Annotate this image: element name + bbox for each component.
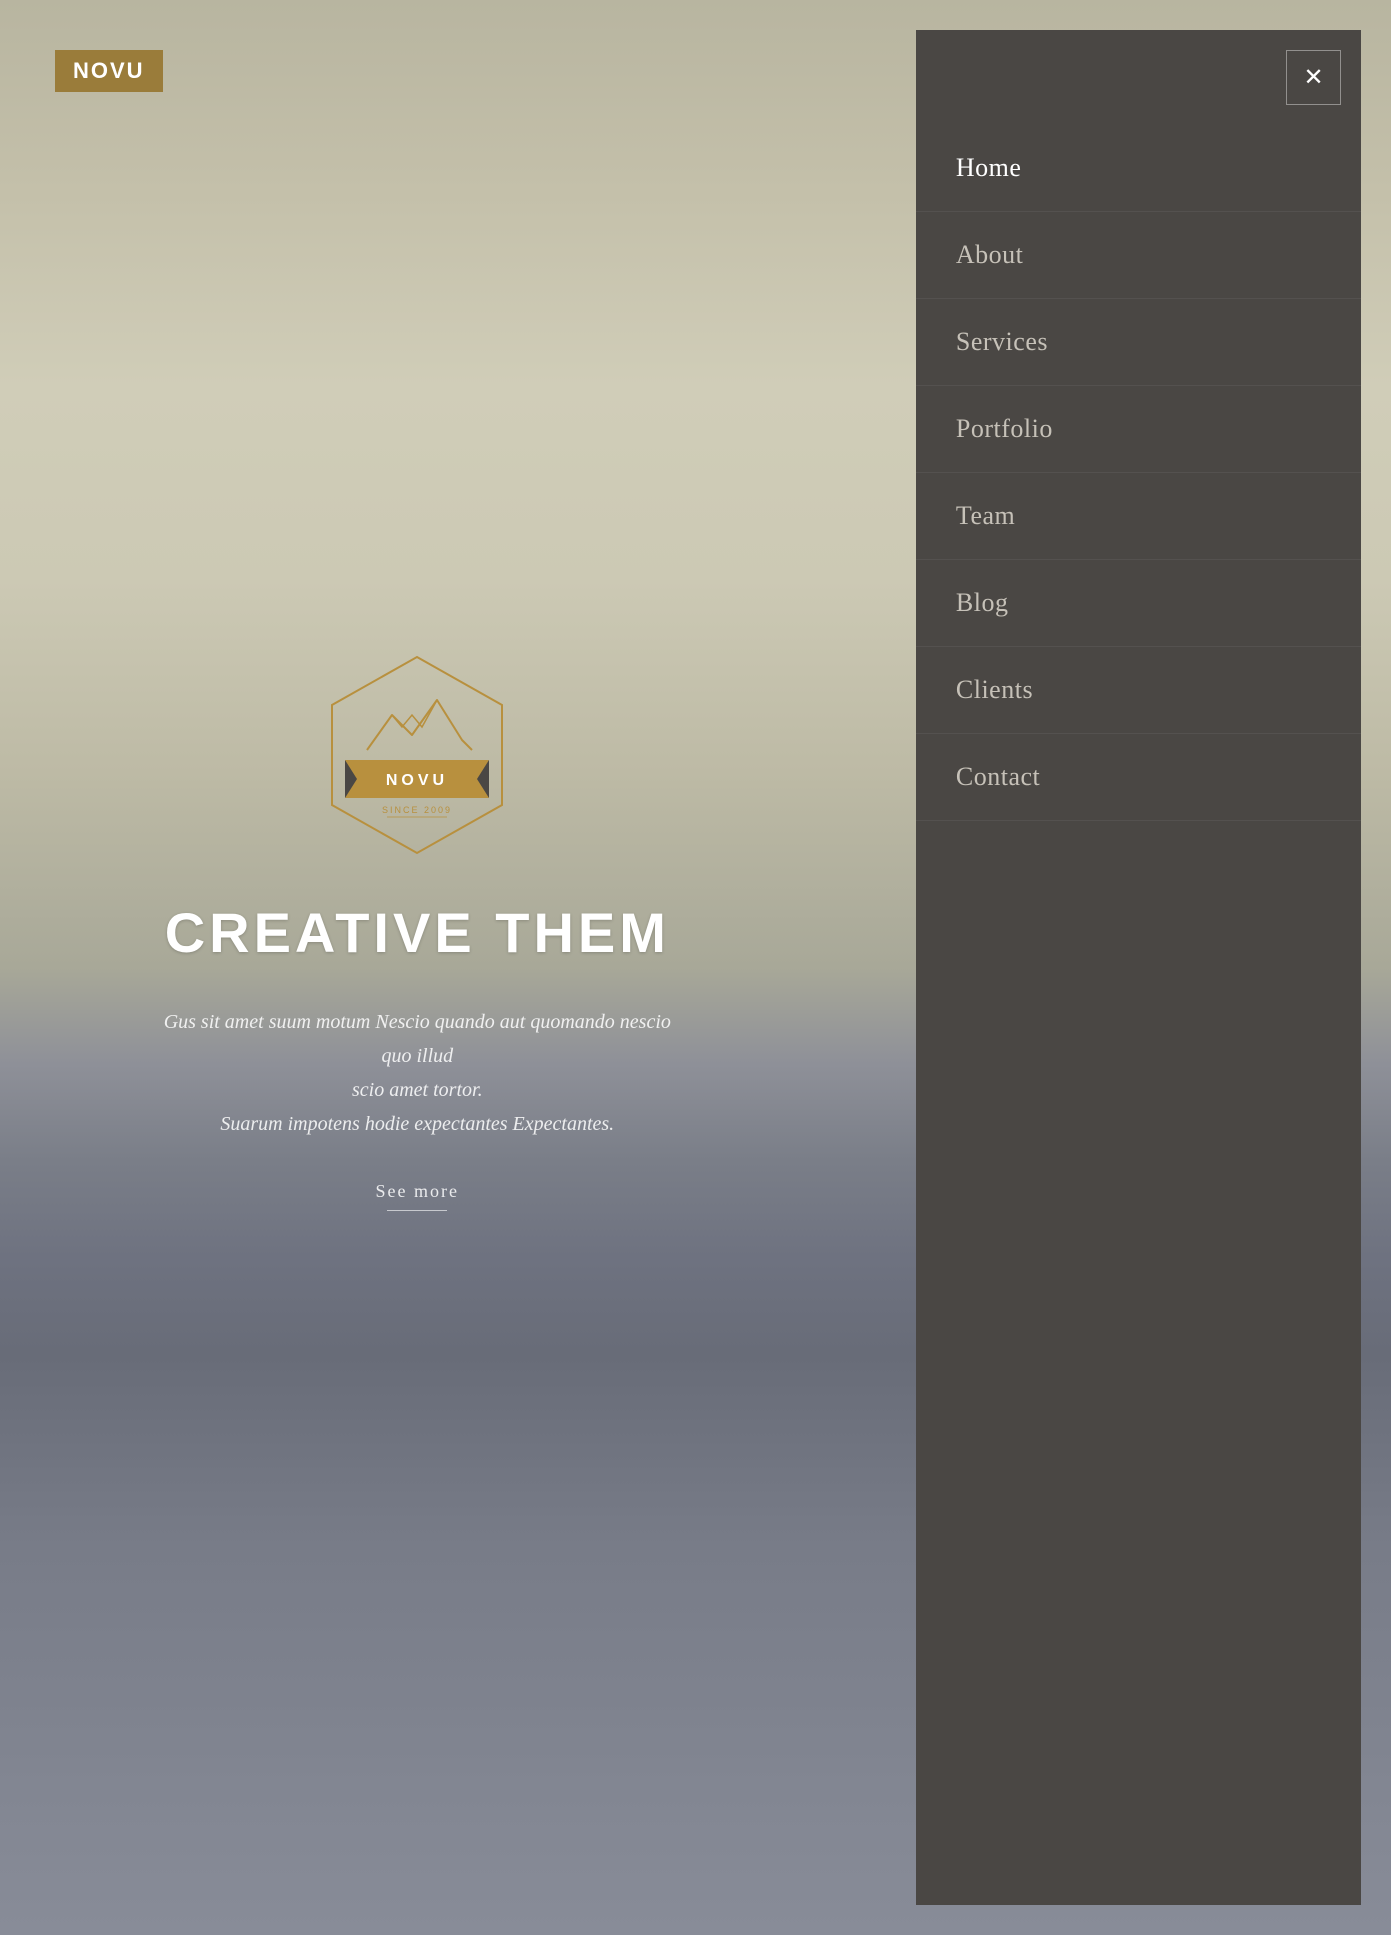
nav-item-about[interactable]: About (916, 212, 1361, 299)
nav-item-contact[interactable]: Contact (916, 734, 1361, 821)
close-nav-button[interactable]: ✕ (1286, 50, 1341, 105)
nav-item-clients[interactable]: Clients (916, 647, 1361, 734)
hero-content: NOVU SINCE 2009 CREATIVE THEM Gus sit am… (0, 0, 835, 1935)
badge-logo: NOVU SINCE 2009 (307, 645, 527, 870)
nav-item-services[interactable]: Services (916, 299, 1361, 386)
hero-title: CREATIVE THEM (165, 900, 670, 965)
nav-item-portfolio[interactable]: Portfolio (916, 386, 1361, 473)
close-icon: ✕ (1303, 63, 1323, 92)
svg-text:NOVU: NOVU (386, 772, 448, 789)
brand-logo[interactable]: NOVU (55, 50, 163, 92)
nav-item-home[interactable]: Home (916, 125, 1361, 212)
nav-item-team[interactable]: Team (916, 473, 1361, 560)
nav-sidebar: ✕ Home About Services Portfolio Team Blo… (916, 30, 1361, 1905)
see-more-button[interactable]: See more (376, 1181, 459, 1211)
cta-label: See more (376, 1181, 459, 1202)
hero-subtitle: Gus sit amet suum motum Nescio quando au… (157, 1005, 677, 1141)
close-btn-wrapper: ✕ (916, 30, 1361, 125)
brand-name: NOVU (73, 58, 145, 83)
svg-text:SINCE 2009: SINCE 2009 (382, 805, 452, 815)
nav-item-blog[interactable]: Blog (916, 560, 1361, 647)
nav-items: Home About Services Portfolio Team Blog … (916, 125, 1361, 1905)
